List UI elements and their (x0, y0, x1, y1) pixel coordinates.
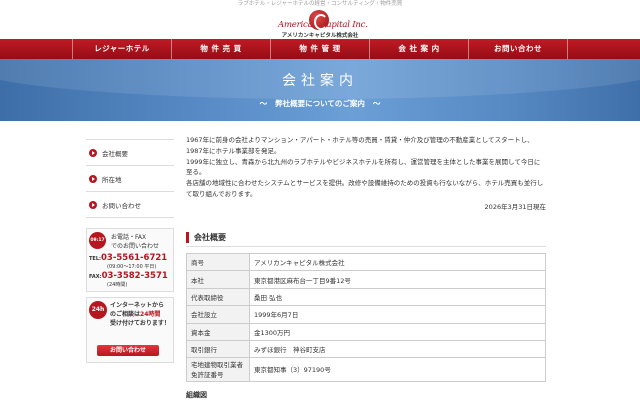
table-label-line2: 免許証番号 (191, 370, 224, 379)
company-intro: 1967年に前身の会社よりマンション・アパート・ホテル等の売買・賃貸・仲介及び管… (186, 135, 546, 200)
intro-line: 1967年に前身の会社よりマンション・アパート・ホテル等の売買・賃貸・仲介及び管… (186, 136, 534, 144)
sidebar-item-location[interactable]: 所在地 (86, 166, 174, 192)
company-info-table: 商号 アメリカンキャピタル株式会社 本社 東京都港区麻布台一丁目9番12号 代表… (186, 252, 546, 383)
sidebar-item-label: 会社概要 (102, 149, 128, 158)
net-line2-pre: のご相談は (110, 311, 141, 318)
table-value: 桑田 弘也 (249, 287, 546, 307)
company-logo[interactable]: American Capital Inc. アメリカンキャピタル株式会社 (272, 8, 368, 39)
table-label: 宅地建物取引業者 免許証番号 (186, 357, 250, 383)
table-row: 取引銀行 みずほ銀行 神谷町支店 (186, 339, 546, 359)
header-tagline: ラブホテル・レジャーホテルの経営・コンサルティング・物件売買 (237, 1, 403, 7)
subtitle-tilde-left: 〜 (259, 99, 268, 108)
tel-label: TEL: (89, 256, 102, 262)
internet-contact-box: 24h インターネットから のご相談は24時間 受け付けております！ お問い合わ… (86, 297, 174, 363)
fax-line: FAX:03-3582-3571 (89, 271, 168, 281)
net-line1: インターネットから (110, 302, 165, 309)
phone-hours-badge-icon: 09:17 (89, 232, 106, 249)
fax-number: 03-3582-3571 (101, 271, 168, 281)
table-label: 資本金 (186, 322, 250, 341)
tel-hours: (09:00〜17:00 平日) (107, 264, 157, 270)
intro-line: 各店舗の地域性に合わせたシステムとサービスを提供。改修や設備維持のための投資も行… (186, 179, 544, 188)
nav-item-contact[interactable]: お問い合わせ (468, 39, 568, 59)
subtitle-text: 弊社概要についてのご案内 (275, 99, 365, 108)
table-row: 商号 アメリカンキャピタル株式会社 (186, 252, 546, 272)
sidebar-item-label: お問い合わせ (102, 201, 141, 210)
sidebar-item-contact[interactable]: お問い合わせ (86, 192, 174, 218)
net-line2-highlight: 24時間 (140, 311, 161, 318)
intro-line: 1999年に独立し、青森から北九州のラブホテルやビジネスホテルを所有し、運営管理… (186, 157, 541, 166)
arrow-bullet-icon (89, 200, 97, 209)
phone-heading-line2: でのお問い合わせ (111, 243, 160, 250)
page-hero-banner: 会社案内 〜弊社概要についてのご案内〜 (0, 59, 640, 121)
nav-item-property-management[interactable]: 物 件 管 理 (270, 39, 369, 59)
table-label: 代表取締役 (186, 287, 250, 307)
phone-contact-box: 09:17 お電話・FAX でのお問い合わせ TEL:03-5561-6721 … (86, 228, 174, 292)
nav-item-company-info[interactable]: 会 社 案 内 (369, 39, 468, 59)
table-value: 東京都知事（3）97190号 (249, 357, 546, 383)
main-content: 1967年に前身の会社よりマンション・アパート・ホテル等の売買・賃貸・仲介及び管… (186, 135, 546, 399)
table-label: 本社 (186, 270, 250, 289)
24h-badge-icon: 24h (89, 301, 107, 319)
table-row: 宅地建物取引業者 免許証番号 東京都知事（3）97190号 (186, 357, 546, 383)
sidebar: 会社概要 所在地 お問い合わせ 09:17 お電話・FAX でのお問い合わせ T… (86, 139, 174, 363)
fax-label: FAX: (89, 274, 102, 280)
tel-line[interactable]: TEL:03-5561-6721 (89, 253, 167, 263)
net-line2: のご相談は24時間 (110, 310, 170, 319)
table-label-line1: 宅地建物取引業者 (191, 360, 243, 369)
net-line3: 受け付けております！ (110, 320, 170, 327)
main-navigation: レジャーホテル 物 件 売 買 物 件 管 理 会 社 案 内 お問い合わせ (0, 39, 640, 59)
tel-number: 03-5561-6721 (101, 253, 168, 263)
logo-emblem-icon (309, 10, 329, 30)
table-label: 会社設立 (186, 305, 250, 324)
table-value: 1999年6月7日 (249, 305, 546, 324)
table-row: 本社 東京都港区麻布台一丁目9番12号 (186, 270, 546, 289)
arrow-bullet-icon (89, 174, 97, 183)
org-chart-heading: 組織図 (186, 391, 207, 399)
sidebar-menu: 会社概要 所在地 お問い合わせ (86, 139, 174, 218)
table-value: みずほ銀行 神谷町支店 (249, 339, 546, 359)
section-heading-company-overview: 会社概要 (186, 229, 546, 247)
subtitle-tilde-right: 〜 (372, 99, 381, 108)
nav-item-property-sales[interactable]: 物 件 売 買 (171, 39, 270, 59)
table-label: 取引銀行 (186, 339, 250, 359)
sidebar-item-label: 所在地 (102, 175, 122, 184)
as-of-date: 2026年3月31日現在 (484, 202, 546, 211)
page-subtitle: 〜弊社概要についてのご案内〜 (0, 98, 640, 109)
internet-contact-text: インターネットから のご相談は24時間 受け付けております！ (110, 301, 170, 328)
section-title: 会社概要 (194, 233, 226, 242)
arrow-bullet-icon (89, 148, 97, 157)
intro-line: 1987年にホテル事業部を発足。 (186, 146, 281, 155)
table-value: アメリカンキャピタル株式会社 (249, 252, 546, 272)
table-value: 金1300万円 (249, 322, 546, 341)
phone-heading-line1: お電話・FAX (111, 234, 147, 241)
table-row: 代表取締役 桑田 弘也 (186, 287, 546, 307)
page-title: 会社案内 (282, 73, 358, 89)
nav-item-leisure-hotel[interactable]: レジャーホテル (72, 39, 171, 59)
table-label: 商号 (186, 252, 250, 272)
table-row: 資本金 金1300万円 (186, 322, 546, 341)
intro-line: て取り組んでおります。 (186, 189, 257, 198)
intro-line: 至る。 (186, 168, 206, 177)
fax-hours: (24時間) (107, 282, 128, 288)
section-accent-bar (186, 232, 189, 243)
sidebar-item-company-overview[interactable]: 会社概要 (86, 140, 174, 166)
phone-contact-heading: お電話・FAX でのお問い合わせ (111, 233, 159, 251)
table-row: 会社設立 1999年6月7日 (186, 305, 546, 324)
logo-company-name: アメリカンキャピタル株式会社 (281, 33, 359, 39)
table-value: 東京都港区麻布台一丁目9番12号 (249, 270, 546, 289)
inquiry-button[interactable]: お問い合わせ (97, 345, 159, 356)
